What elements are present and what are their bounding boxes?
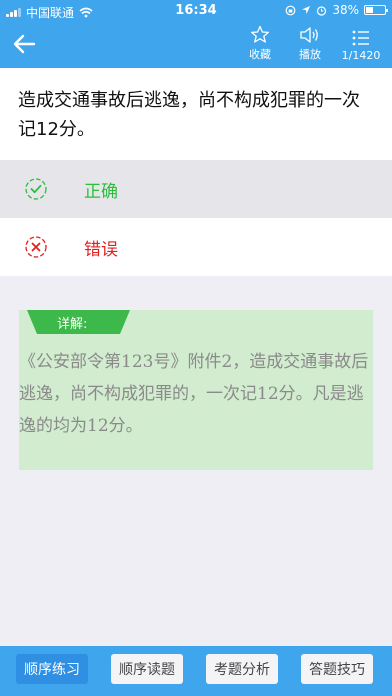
bottom-bar: 顺序练习 顺序读题 考题分析 答题技巧: [0, 646, 392, 696]
star-icon: [251, 25, 269, 43]
rotation-lock-icon: [285, 5, 296, 15]
question-list-button[interactable]: 1/1420: [336, 24, 386, 66]
option-correct-label: 正确: [84, 182, 118, 202]
back-arrow-icon: [13, 34, 36, 54]
play-label: 播放: [299, 48, 321, 61]
check-circle-icon: [25, 178, 47, 200]
nav-bar: 收藏 播放 1/1420: [0, 22, 392, 68]
cross-circle-icon: [25, 236, 47, 258]
tab-question-analysis[interactable]: 考题分析: [206, 654, 278, 684]
option-wrong[interactable]: 错误: [0, 218, 392, 276]
explanation-tag-label: 详解:: [57, 317, 88, 332]
location-icon: [302, 6, 311, 14]
explanation-tag: 详解:: [27, 310, 130, 334]
battery-icon: [364, 5, 388, 15]
option-wrong-label: 错误: [84, 240, 118, 260]
question-text: 造成交通事故后逃逸，尚不构成犯罪的一次记12分。: [0, 68, 392, 160]
speaker-icon: [300, 27, 318, 43]
battery-percent: 38%: [332, 3, 359, 17]
explanation-panel: 详解: 《公安部令第123号》附件2，造成交通事故后逃逸，尚不构成犯罪的，一次记…: [19, 310, 373, 470]
back-button[interactable]: [10, 29, 40, 59]
status-bar: 中国联通 16:34 38%: [0, 0, 392, 22]
option-correct[interactable]: 正确: [0, 160, 392, 218]
alarm-icon: [317, 5, 327, 16]
play-button[interactable]: 播放: [293, 24, 327, 66]
list-icon: [352, 30, 369, 46]
question-progress: 1/1420: [341, 49, 381, 62]
explanation-text: 《公安部令第123号》附件2，造成交通事故后逃逸，尚不构成犯罪的，一次记12分。…: [19, 352, 369, 436]
favorite-button[interactable]: 收藏: [243, 24, 277, 66]
tab-sequential-reading[interactable]: 顺序读题: [111, 654, 183, 684]
favorite-label: 收藏: [249, 48, 271, 61]
tab-sequential-practice[interactable]: 顺序练习: [16, 654, 88, 684]
tab-answer-tips[interactable]: 答题技巧: [301, 654, 373, 684]
